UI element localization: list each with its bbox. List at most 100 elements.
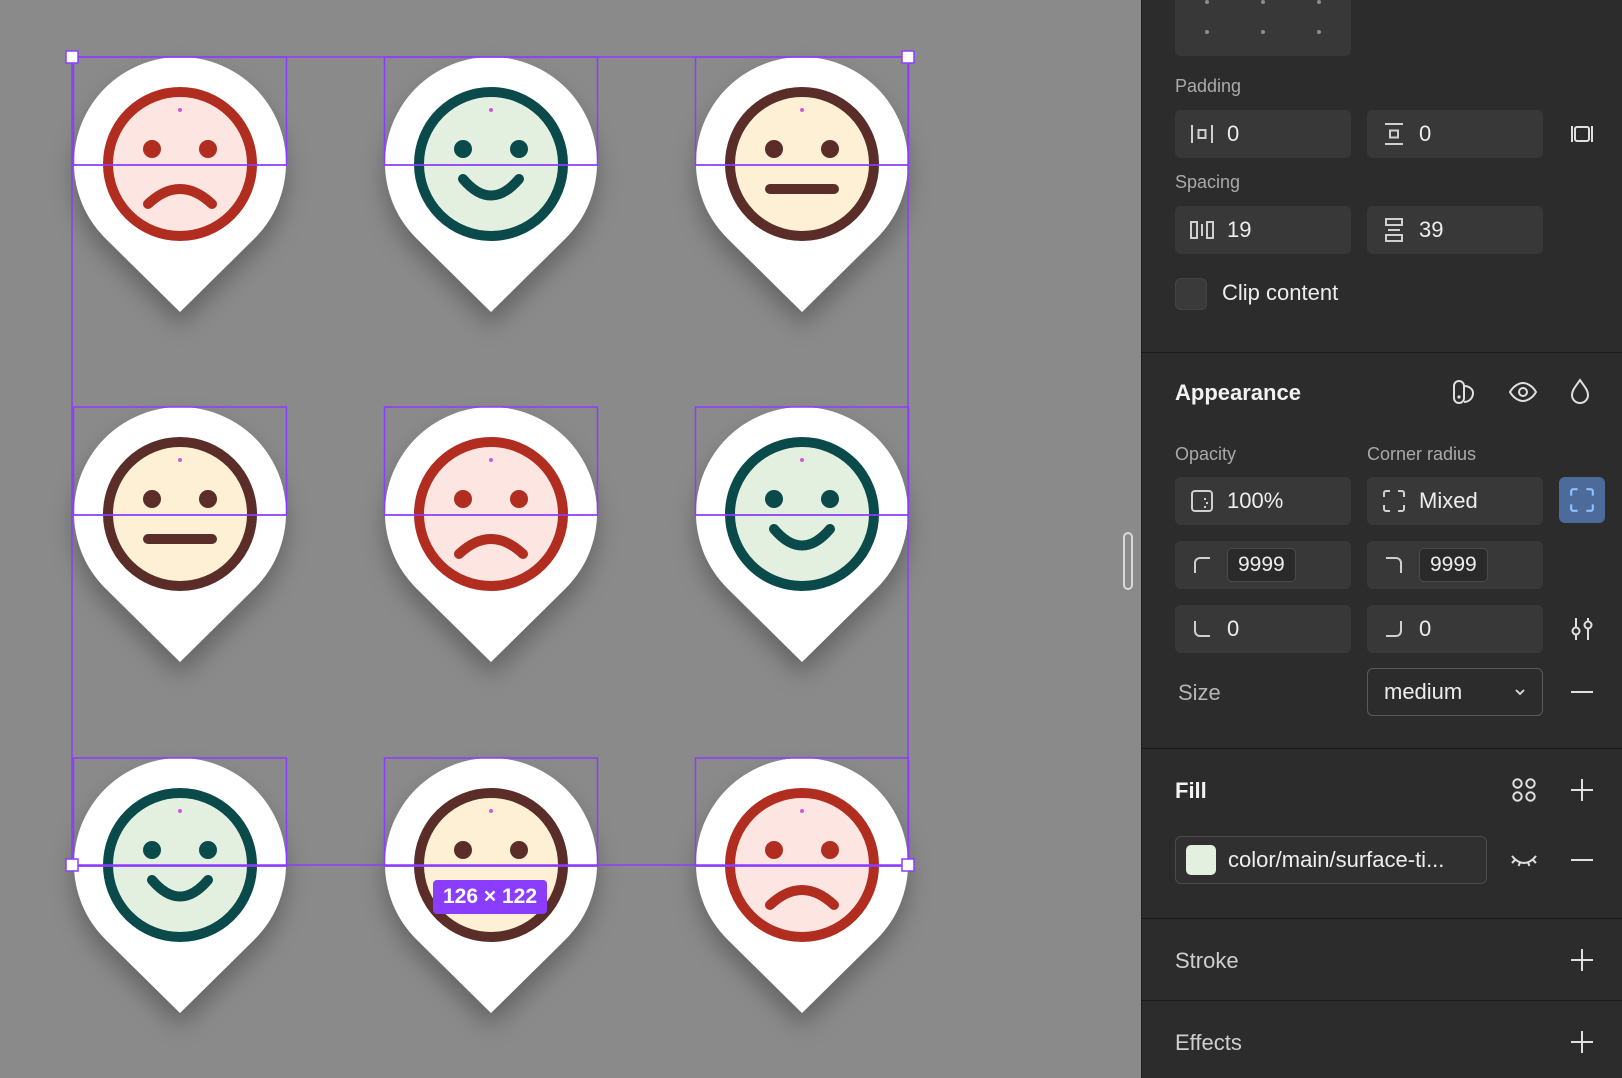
appearance-title: Appearance xyxy=(1175,380,1301,405)
corner-radius-icon xyxy=(1381,488,1407,514)
spacing-vertical-field[interactable]: 39 xyxy=(1367,206,1543,254)
anchor-point xyxy=(489,108,493,112)
remove-fill-button[interactable] xyxy=(1562,840,1602,880)
eye-icon xyxy=(1508,381,1538,403)
design-canvas[interactable]: 126 × 122 xyxy=(0,0,1141,1078)
marker-pin[interactable] xyxy=(74,56,287,312)
plus-icon xyxy=(1571,949,1593,971)
clip-content-checkbox[interactable] xyxy=(1175,278,1207,310)
marker-pin[interactable] xyxy=(384,406,597,662)
face-ring xyxy=(725,87,879,241)
padding-vertical-value: 0 xyxy=(1419,121,1432,146)
radius-bottom-right-value: 0 xyxy=(1419,616,1432,641)
variable-mode-button[interactable] xyxy=(1445,372,1485,412)
face-ring xyxy=(414,437,568,591)
variable-mode-icon xyxy=(1453,380,1475,404)
resize-handle[interactable] xyxy=(901,50,915,64)
remove-size-button[interactable] xyxy=(1562,672,1602,712)
sliders-icon xyxy=(1571,618,1593,640)
radius-top-left-field[interactable]: 9999 xyxy=(1175,541,1351,589)
anchor-point xyxy=(178,809,182,813)
corner-bottom-left-icon xyxy=(1189,616,1215,642)
anchor-point xyxy=(178,108,182,112)
individual-padding-button[interactable] xyxy=(1562,114,1602,154)
size-dropdown[interactable]: medium xyxy=(1367,668,1543,716)
visibility-button[interactable] xyxy=(1503,372,1543,412)
add-fill-button[interactable] xyxy=(1562,770,1602,810)
anchor-point xyxy=(178,458,182,462)
plus-icon xyxy=(1571,779,1593,801)
face-eye-left xyxy=(143,841,161,859)
face-eye-right xyxy=(199,140,217,158)
fill-color-name: color/main/surface-ti... xyxy=(1228,847,1445,872)
marker-pin[interactable] xyxy=(696,406,908,662)
chevron-down-icon xyxy=(1515,689,1525,696)
face-eye-right xyxy=(510,841,528,859)
marker-pin[interactable] xyxy=(74,406,287,662)
opacity-icon xyxy=(1189,488,1215,514)
anchor-point xyxy=(489,809,493,813)
radius-bottom-right-field[interactable]: 0 xyxy=(1367,605,1543,653)
face-eye-left xyxy=(454,841,472,859)
minus-icon xyxy=(1571,859,1593,861)
stroke-title: Stroke xyxy=(1175,948,1239,973)
divider xyxy=(1142,748,1622,749)
properties-panel: Padding 0 0 Spacing 19 39 Clip content A… xyxy=(1141,0,1622,1078)
opacity-field[interactable]: 100% xyxy=(1175,477,1351,525)
add-stroke-button[interactable] xyxy=(1562,940,1602,980)
face-eye-left xyxy=(765,490,783,508)
face-eye-right xyxy=(821,841,839,859)
anchor-point xyxy=(800,458,804,462)
marker-pin[interactable] xyxy=(74,757,287,1013)
spacing-vertical-icon xyxy=(1381,217,1407,243)
corner-top-left-icon xyxy=(1189,552,1215,578)
blend-mode-button[interactable] xyxy=(1560,372,1600,412)
spacing-label: Spacing xyxy=(1175,172,1241,192)
corner-top-right-icon xyxy=(1381,552,1407,578)
face-eye-right xyxy=(510,140,528,158)
canvas-scroll-handle[interactable] xyxy=(1123,532,1133,590)
face-ring xyxy=(103,87,257,241)
styles-grid-icon xyxy=(1512,778,1536,802)
variant-properties-button[interactable] xyxy=(1562,609,1602,649)
divider xyxy=(1142,918,1622,919)
fill-color-field[interactable]: color/main/surface-ti... xyxy=(1175,836,1487,884)
padding-horizontal-field[interactable]: 0 xyxy=(1175,110,1351,158)
alignment-grid[interactable] xyxy=(1175,0,1351,56)
fill-visibility-button[interactable] xyxy=(1504,840,1544,880)
radius-top-right-field[interactable]: 9999 xyxy=(1367,541,1543,589)
resize-handle[interactable] xyxy=(901,858,915,872)
resize-handle[interactable] xyxy=(65,50,79,64)
face-eye-right xyxy=(199,490,217,508)
corner-bottom-right-icon xyxy=(1381,616,1407,642)
divider xyxy=(1142,352,1622,353)
padding-vertical-field[interactable]: 0 xyxy=(1367,110,1543,158)
fill-styles-button[interactable] xyxy=(1504,770,1544,810)
spacing-horizontal-icon xyxy=(1189,217,1215,243)
face-eye-left xyxy=(143,490,161,508)
selection-size-badge: 126 × 122 xyxy=(433,880,547,914)
face-eye-left xyxy=(454,490,472,508)
add-effect-button[interactable] xyxy=(1562,1022,1602,1062)
corner-radius-field[interactable]: Mixed xyxy=(1367,477,1543,525)
divider xyxy=(1142,1000,1622,1001)
spacing-horizontal-field[interactable]: 19 xyxy=(1175,206,1351,254)
fill-color-swatch[interactable] xyxy=(1186,845,1216,875)
face-eye-left xyxy=(454,140,472,158)
independent-corners-button[interactable] xyxy=(1559,477,1605,523)
marker-pin[interactable] xyxy=(696,56,908,312)
face-eye-right xyxy=(510,490,528,508)
clip-content-label: Clip content xyxy=(1222,280,1339,305)
marker-pin[interactable] xyxy=(384,56,597,312)
marker-grid[interactable] xyxy=(0,0,1141,1078)
padding-label: Padding xyxy=(1175,76,1242,96)
radius-bottom-left-field[interactable]: 0 xyxy=(1175,605,1351,653)
radius-top-right-value: 9999 xyxy=(1419,548,1488,582)
corner-radius-value: Mixed xyxy=(1419,488,1478,513)
fill-title: Fill xyxy=(1175,778,1207,803)
radius-bottom-left-value: 0 xyxy=(1227,616,1240,641)
face-eye-right xyxy=(821,490,839,508)
face-ring xyxy=(414,87,568,241)
resize-handle[interactable] xyxy=(65,858,79,872)
marker-pin[interactable] xyxy=(696,757,909,1013)
